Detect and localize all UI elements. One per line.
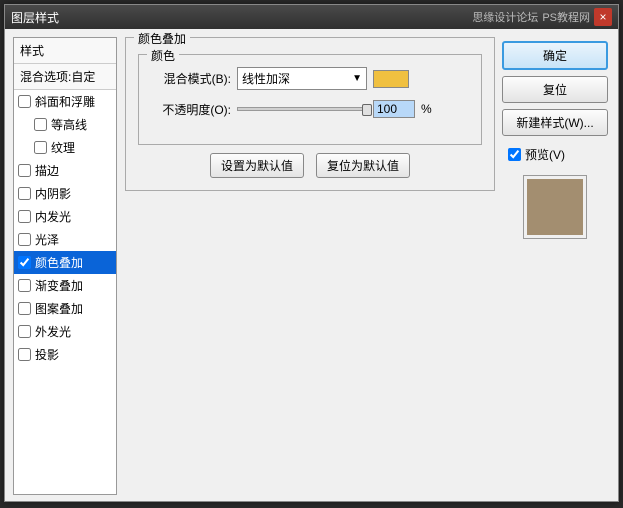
default-buttons-row: 设置为默认值 复位为默认值 — [138, 153, 482, 178]
style-item-2[interactable]: 纹理 — [14, 136, 116, 159]
style-checkbox-0[interactable] — [18, 95, 31, 108]
style-checkbox-11[interactable] — [18, 348, 31, 361]
style-item-11[interactable]: 投影 — [14, 343, 116, 366]
style-label-1: 等高线 — [51, 116, 87, 133]
style-item-7[interactable]: 颜色叠加 — [14, 251, 116, 274]
new-style-button[interactable]: 新建样式(W)... — [502, 109, 608, 136]
ok-button[interactable]: 确定 — [502, 41, 608, 70]
style-checkbox-10[interactable] — [18, 325, 31, 338]
opacity-slider[interactable] — [237, 107, 367, 111]
opacity-input[interactable] — [373, 100, 415, 118]
sidebar-subheader[interactable]: 混合选项:自定 — [14, 64, 116, 90]
style-label-11: 投影 — [35, 346, 59, 363]
style-item-4[interactable]: 内阴影 — [14, 182, 116, 205]
preview-toggle[interactable]: 预览(V) — [502, 146, 608, 163]
blend-mode-row: 混合模式(B): 线性加深 ▼ — [151, 67, 469, 90]
style-label-6: 光泽 — [35, 231, 59, 248]
style-label-5: 内发光 — [35, 208, 71, 225]
layer-style-dialog: 图层样式 思缘设计论坛 PS教程网 × 样式 混合选项:自定 斜面和浮雕等高线纹… — [4, 4, 619, 502]
main-panel: 颜色叠加 颜色 混合模式(B): 线性加深 ▼ 不透明度(O): — [125, 37, 495, 495]
right-panel: 确定 复位 新建样式(W)... 预览(V) — [502, 41, 608, 239]
style-item-3[interactable]: 描边 — [14, 159, 116, 182]
opacity-label: 不透明度(O): — [151, 101, 231, 118]
preview-swatch — [523, 175, 587, 239]
style-item-0[interactable]: 斜面和浮雕 — [14, 90, 116, 113]
style-label-0: 斜面和浮雕 — [35, 93, 95, 110]
style-label-7: 颜色叠加 — [35, 254, 83, 271]
style-checkbox-8[interactable] — [18, 279, 31, 292]
blend-mode-select[interactable]: 线性加深 ▼ — [237, 67, 367, 90]
titlebar-right: 思缘设计论坛 PS教程网 × — [472, 8, 612, 26]
watermark-1: 思缘设计论坛 — [472, 9, 538, 25]
style-checkbox-6[interactable] — [18, 233, 31, 246]
blend-mode-value: 线性加深 — [242, 70, 290, 87]
watermark-2: PS教程网 — [542, 9, 590, 25]
style-checkbox-2[interactable] — [34, 141, 47, 154]
style-item-6[interactable]: 光泽 — [14, 228, 116, 251]
slider-thumb-icon[interactable] — [362, 104, 372, 116]
titlebar: 图层样式 思缘设计论坛 PS教程网 × — [5, 5, 618, 29]
close-icon: × — [599, 10, 606, 24]
window-title: 图层样式 — [11, 9, 59, 26]
style-label-4: 内阴影 — [35, 185, 71, 202]
group-title: 颜色叠加 — [134, 30, 190, 47]
style-list: 斜面和浮雕等高线纹理描边内阴影内发光光泽颜色叠加渐变叠加图案叠加外发光投影 — [14, 90, 116, 366]
style-item-8[interactable]: 渐变叠加 — [14, 274, 116, 297]
style-label-8: 渐变叠加 — [35, 277, 83, 294]
style-checkbox-7[interactable] — [18, 256, 31, 269]
preview-label: 预览(V) — [525, 146, 565, 163]
inner-title: 颜色 — [147, 47, 179, 64]
style-checkbox-4[interactable] — [18, 187, 31, 200]
opacity-row: 不透明度(O): % — [151, 100, 469, 118]
chevron-down-icon: ▼ — [352, 73, 362, 84]
reset-button[interactable]: 复位 — [502, 76, 608, 103]
style-checkbox-3[interactable] — [18, 164, 31, 177]
color-group: 颜色 混合模式(B): 线性加深 ▼ 不透明度(O): — [138, 54, 482, 145]
content-area: 样式 混合选项:自定 斜面和浮雕等高线纹理描边内阴影内发光光泽颜色叠加渐变叠加图… — [5, 29, 618, 501]
style-label-10: 外发光 — [35, 323, 71, 340]
overlay-color-swatch[interactable] — [373, 70, 409, 88]
style-item-9[interactable]: 图案叠加 — [14, 297, 116, 320]
sidebar-header[interactable]: 样式 — [14, 38, 116, 64]
style-item-1[interactable]: 等高线 — [14, 113, 116, 136]
style-label-9: 图案叠加 — [35, 300, 83, 317]
preview-checkbox[interactable] — [508, 148, 521, 161]
style-checkbox-5[interactable] — [18, 210, 31, 223]
blend-mode-label: 混合模式(B): — [151, 70, 231, 87]
styles-sidebar: 样式 混合选项:自定 斜面和浮雕等高线纹理描边内阴影内发光光泽颜色叠加渐变叠加图… — [13, 37, 117, 495]
reset-default-button[interactable]: 复位为默认值 — [316, 153, 410, 178]
style-label-2: 纹理 — [51, 139, 75, 156]
style-item-10[interactable]: 外发光 — [14, 320, 116, 343]
style-item-5[interactable]: 内发光 — [14, 205, 116, 228]
style-label-3: 描边 — [35, 162, 59, 179]
opacity-unit: % — [421, 102, 432, 116]
close-button[interactable]: × — [594, 8, 612, 26]
color-overlay-group: 颜色叠加 颜色 混合模式(B): 线性加深 ▼ 不透明度(O): — [125, 37, 495, 191]
style-checkbox-9[interactable] — [18, 302, 31, 315]
make-default-button[interactable]: 设置为默认值 — [210, 153, 304, 178]
style-checkbox-1[interactable] — [34, 118, 47, 131]
